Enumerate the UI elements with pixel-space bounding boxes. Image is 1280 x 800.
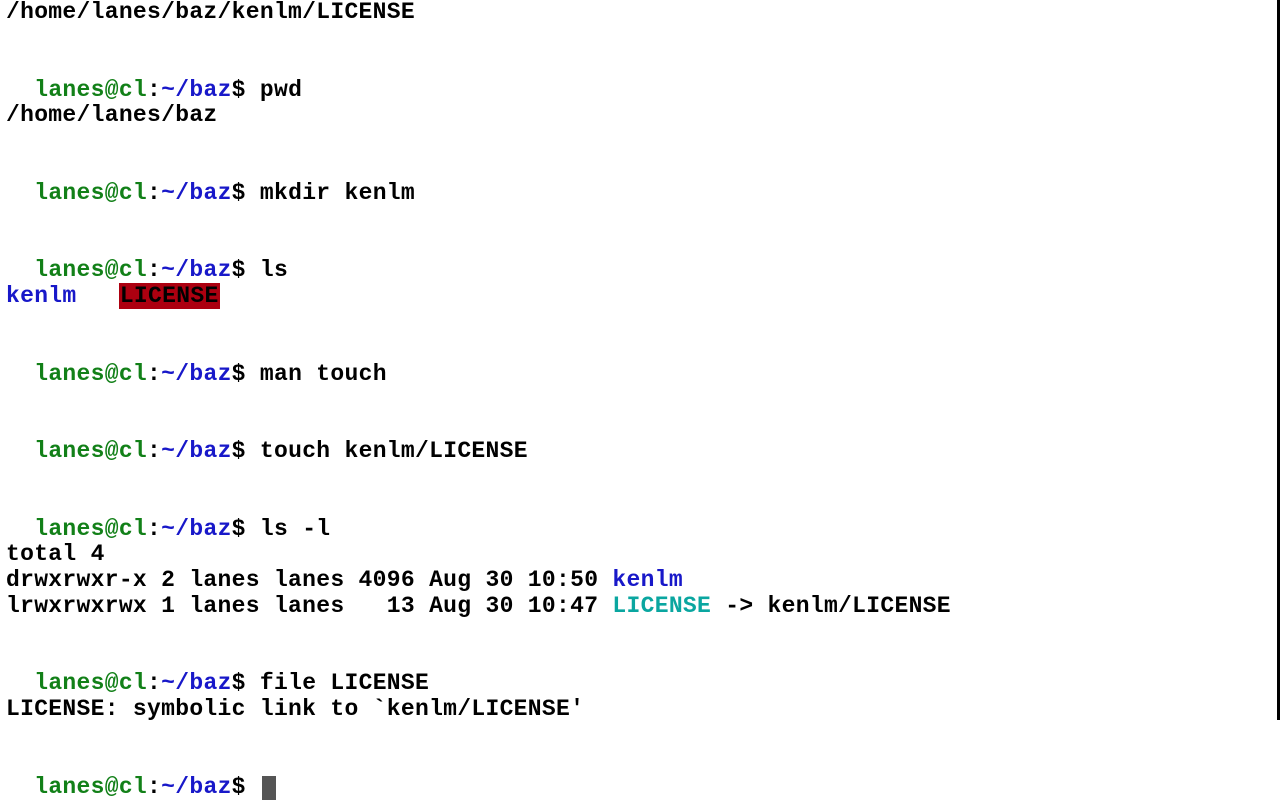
command-ls: ls xyxy=(260,257,288,283)
blank-line xyxy=(6,207,1271,233)
lsl-row2-target: kenlm/LICENSE xyxy=(768,593,951,619)
prompt-path: ~/baz xyxy=(161,180,232,206)
command-ls-l: ls -l xyxy=(260,516,331,542)
blank-line xyxy=(6,26,1271,52)
output-pwd: /home/lanes/baz xyxy=(6,103,1271,129)
cursor-block xyxy=(262,776,276,800)
prompt-user: lanes@cl xyxy=(34,774,147,800)
lsl-row2-arrow: -> xyxy=(711,593,767,619)
prompt-sep: : xyxy=(147,774,161,800)
ls-dir-kenlm: kenlm xyxy=(6,283,77,309)
prompt-path: ~/baz xyxy=(161,438,232,464)
prompt-sep: : xyxy=(147,438,161,464)
prompt-user: lanes@cl xyxy=(34,77,147,103)
prompt-sep: : xyxy=(147,516,161,542)
prompt-path: ~/baz xyxy=(161,361,232,387)
blank-line xyxy=(6,129,1271,155)
prompt-sep: : xyxy=(147,670,161,696)
lsl-row2-name: LICENSE xyxy=(612,593,711,619)
prompt-sep: : xyxy=(147,361,161,387)
prompt-user: lanes@cl xyxy=(34,257,147,283)
prompt-path: ~/baz xyxy=(161,257,232,283)
command-file: file LICENSE xyxy=(260,670,429,696)
output-prev-realpath: /home/lanes/baz/kenlm/LICENSE xyxy=(6,0,1271,26)
ls-symlink-license: LICENSE xyxy=(119,283,220,309)
blank-line xyxy=(6,465,1271,491)
prompt-dollar: $ xyxy=(232,774,260,800)
prompt-dollar: $ xyxy=(232,361,260,387)
command-pwd: pwd xyxy=(260,77,302,103)
prompt-dollar: $ xyxy=(232,670,260,696)
prompt-path: ~/baz xyxy=(161,774,232,800)
prompt-dollar: $ xyxy=(232,516,260,542)
blank-line xyxy=(6,387,1271,413)
command-line-ls-l: lanes@cl:~/baz$ ls -l xyxy=(6,491,1271,543)
prompt-sep: : xyxy=(147,180,161,206)
output-ls: kenlm LICENSE xyxy=(6,284,1271,310)
prompt-path: ~/baz xyxy=(161,670,232,696)
prompt-sep: : xyxy=(147,77,161,103)
prompt-user: lanes@cl xyxy=(34,438,147,464)
lsl-row2-meta: lrwxrwxrwx 1 lanes lanes 13 Aug 30 10:47 xyxy=(6,593,612,619)
command-man-touch: man touch xyxy=(260,361,387,387)
blank-line xyxy=(6,310,1271,336)
command-line-man: lanes@cl:~/baz$ man touch xyxy=(6,336,1271,388)
command-line-mkdir: lanes@cl:~/baz$ mkdir kenlm xyxy=(6,155,1271,207)
command-line-file: lanes@cl:~/baz$ file LICENSE xyxy=(6,646,1271,698)
lsl-row-kenlm: drwxrwxr-x 2 lanes lanes 4096 Aug 30 10:… xyxy=(6,568,1271,594)
prompt-user: lanes@cl xyxy=(34,516,147,542)
prompt-sep: : xyxy=(147,257,161,283)
command-line-current[interactable]: lanes@cl:~/baz$ xyxy=(6,749,1271,800)
command-mkdir: mkdir kenlm xyxy=(260,180,415,206)
ls-gap xyxy=(77,283,119,309)
blank-line xyxy=(6,723,1271,749)
blank-line xyxy=(6,620,1271,646)
prompt-path: ~/baz xyxy=(161,516,232,542)
command-line-touch: lanes@cl:~/baz$ touch kenlm/LICENSE xyxy=(6,413,1271,465)
prompt-dollar: $ xyxy=(232,180,260,206)
prompt-user: lanes@cl xyxy=(34,361,147,387)
prompt-dollar: $ xyxy=(232,257,260,283)
prompt-user: lanes@cl xyxy=(34,670,147,696)
lsl-total: total 4 xyxy=(6,542,1271,568)
prompt-path: ~/baz xyxy=(161,77,232,103)
lsl-row1-name: kenlm xyxy=(612,567,683,593)
prompt-user: lanes@cl xyxy=(34,180,147,206)
lsl-row-license: lrwxrwxrwx 1 lanes lanes 13 Aug 30 10:47… xyxy=(6,594,1271,620)
lsl-row1-meta: drwxrwxr-x 2 lanes lanes 4096 Aug 30 10:… xyxy=(6,567,612,593)
prompt-dollar: $ xyxy=(232,438,260,464)
command-line-ls: lanes@cl:~/baz$ ls xyxy=(6,233,1271,285)
command-line-pwd: lanes@cl:~/baz$ pwd xyxy=(6,52,1271,104)
prompt-dollar: $ xyxy=(232,77,260,103)
output-file: LICENSE: symbolic link to `kenlm/LICENSE… xyxy=(6,697,1271,723)
command-touch: touch kenlm/LICENSE xyxy=(260,438,528,464)
